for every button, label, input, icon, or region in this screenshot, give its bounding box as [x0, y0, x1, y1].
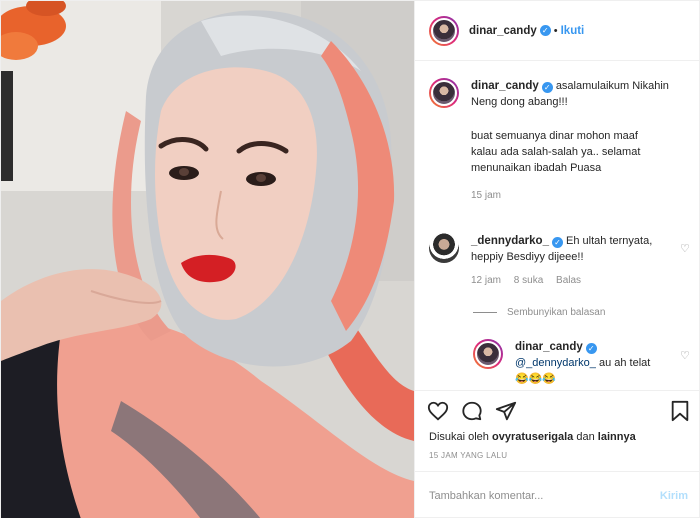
verified-badge-icon: ✓ — [585, 343, 597, 354]
caption: dinar_candy ✓ asalamulaikum Nikahin Neng … — [429, 78, 683, 204]
liked-by-and: dan — [576, 431, 595, 443]
comment-time[interactable]: 12 jam — [471, 275, 501, 286]
reply-username[interactable]: dinar_candy — [515, 341, 583, 353]
selfie-illustration — [1, 1, 414, 518]
post-photo[interactable] — [1, 1, 414, 518]
caption-time[interactable]: 15 jam — [471, 190, 501, 201]
avatar[interactable] — [429, 78, 459, 108]
verified-badge-icon: ✓ — [539, 25, 551, 36]
comment-compose: Kirim — [415, 471, 700, 518]
liked-by: Disukai oleh ovyratuserigala dan lainnya — [429, 431, 636, 443]
comment-input[interactable] — [429, 489, 629, 502]
comment-item: _dennydarko_ ✓ Eh ultah ternyata, heppiy … — [429, 233, 661, 289]
heart-icon[interactable] — [427, 400, 449, 422]
hide-replies-label: Sembunyikan balasan — [507, 307, 606, 318]
follow-button[interactable]: Ikuti — [561, 25, 585, 37]
reply-item: dinar_candy ✓ @_dennydarko_ au ah telat 😂… — [473, 339, 665, 387]
header-username[interactable]: dinar_candy — [469, 25, 537, 37]
avatar[interactable] — [473, 339, 503, 369]
comment-like-heart-icon[interactable]: ♡ — [680, 242, 690, 255]
share-icon[interactable] — [495, 400, 517, 422]
liked-by-user[interactable]: ovyratuserigala — [492, 431, 573, 443]
bookmark-icon[interactable] — [669, 400, 691, 422]
comment-likes[interactable]: 8 suka — [514, 275, 543, 286]
send-button[interactable]: Kirim — [660, 490, 688, 502]
divider-line — [473, 312, 497, 313]
avatar[interactable] — [429, 233, 459, 263]
post-side-panel: dinar_candy ✓ • Ikuti dinar_candy ✓ asala… — [414, 1, 700, 518]
reply-mention[interactable]: @_dennydarko_ — [515, 357, 596, 369]
post-header: dinar_candy ✓ • Ikuti — [415, 1, 700, 61]
liked-by-prefix: Disukai oleh — [429, 431, 489, 443]
post-time-ago[interactable]: 15 JAM YANG LALU — [429, 451, 507, 460]
action-bar: Disukai oleh ovyratuserigala dan lainnya… — [415, 390, 700, 462]
instagram-post: dinar_candy ✓ • Ikuti dinar_candy ✓ asala… — [0, 0, 700, 518]
reply-like-heart-icon[interactable]: ♡ — [680, 349, 690, 362]
verified-badge-icon: ✓ — [541, 82, 553, 93]
separator-dot: • — [553, 24, 558, 37]
comment-username[interactable]: _dennydarko_ — [471, 235, 549, 247]
comments-section: dinar_candy ✓ asalamulaikum Nikahin Neng … — [415, 62, 700, 389]
caption-username[interactable]: dinar_candy — [471, 80, 539, 92]
hide-replies-toggle[interactable]: Sembunyikan balasan — [473, 307, 605, 318]
comment-icon[interactable] — [461, 400, 483, 422]
verified-badge-icon: ✓ — [551, 237, 563, 248]
avatar[interactable] — [429, 15, 459, 46]
caption-text-2: buat semuanya dinar mohon maaf kalau ada… — [471, 130, 641, 174]
reply-button[interactable]: Balas — [556, 275, 581, 286]
liked-by-others[interactable]: lainnya — [598, 431, 636, 443]
